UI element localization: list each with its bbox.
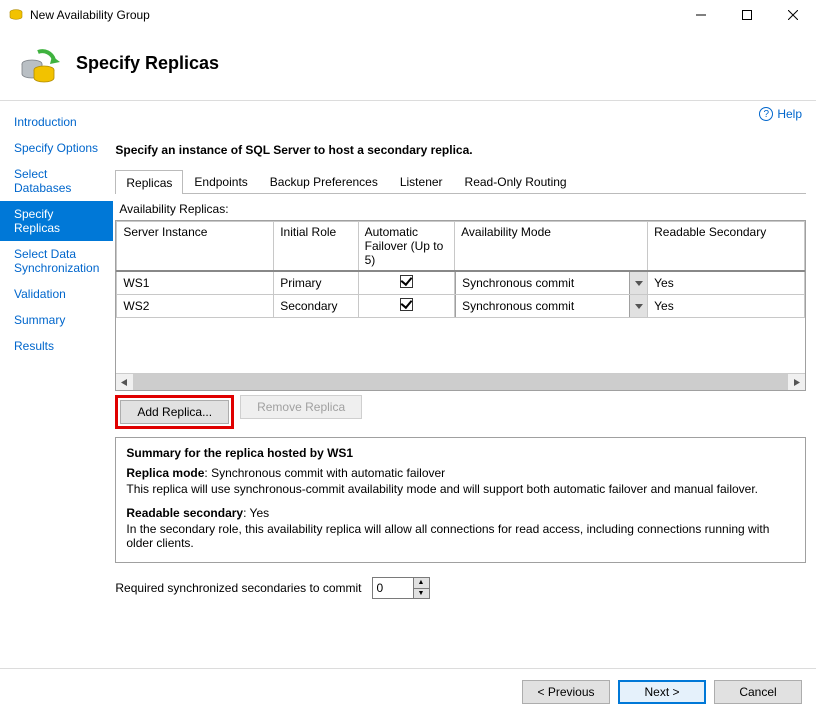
cell-readable[interactable]: Yes	[648, 295, 805, 318]
tab-endpoints[interactable]: Endpoints	[183, 169, 258, 193]
tab-read-only-routing[interactable]: Read-Only Routing	[454, 169, 578, 193]
minimize-button[interactable]	[678, 0, 724, 30]
summary-mode-label: Replica mode	[126, 466, 204, 480]
chevron-down-icon	[629, 272, 647, 294]
summary-mode-desc: This replica will use synchronous-commit…	[126, 482, 795, 496]
sidebar-item-select-databases[interactable]: Select Databases	[0, 161, 113, 201]
replicas-table: Server Instance Initial Role Automatic F…	[115, 220, 806, 391]
spin-down-icon[interactable]: ▼	[414, 589, 429, 599]
cell-server: WS1	[117, 271, 274, 295]
page-title: Specify Replicas	[76, 53, 219, 74]
sidebar-item-introduction[interactable]: Introduction	[0, 109, 113, 135]
sidebar-item-results[interactable]: Results	[0, 333, 113, 359]
sidebar-item-specify-replicas[interactable]: Specify Replicas	[0, 201, 113, 241]
sidebar-item-validation[interactable]: Validation	[0, 281, 113, 307]
replica-summary: Summary for the replica hosted by WS1 Re…	[115, 437, 806, 563]
maximize-button[interactable]	[724, 0, 770, 30]
wizard-footer: < Previous Next > Cancel	[0, 668, 816, 714]
app-icon	[8, 7, 24, 23]
col-availability-mode[interactable]: Availability Mode	[455, 222, 648, 272]
table-row[interactable]: WS1 Primary Synchronous commit Yes	[117, 271, 805, 295]
cancel-button[interactable]: Cancel	[714, 680, 802, 704]
sidebar-item-summary[interactable]: Summary	[0, 307, 113, 333]
table-row[interactable]: WS2 Secondary Synchronous commit Yes	[117, 295, 805, 318]
summary-readable-label: Readable secondary	[126, 506, 243, 520]
summary-title: Summary for the replica hosted by WS1	[126, 446, 795, 460]
cell-availability-mode[interactable]: Synchronous commit	[455, 295, 648, 318]
window-title: New Availability Group	[30, 8, 150, 22]
col-readable-secondary[interactable]: Readable Secondary	[648, 222, 805, 272]
tab-backup-preferences[interactable]: Backup Preferences	[259, 169, 389, 193]
help-link[interactable]: ? Help	[759, 107, 802, 121]
page-header: Specify Replicas	[0, 30, 816, 101]
col-initial-role[interactable]: Initial Role	[274, 222, 358, 272]
col-server-instance[interactable]: Server Instance	[117, 222, 274, 272]
col-auto-failover[interactable]: Automatic Failover (Up to 5)	[358, 222, 455, 272]
tab-listener[interactable]: Listener	[389, 169, 454, 193]
add-replica-button[interactable]: Add Replica...	[120, 400, 229, 424]
remove-replica-button: Remove Replica	[240, 395, 362, 419]
cell-role: Secondary	[274, 295, 358, 318]
summary-readable-value: Yes	[250, 506, 270, 520]
scroll-left-icon[interactable]	[116, 374, 133, 390]
summary-readable-desc: In the secondary role, this availability…	[126, 522, 795, 550]
cell-role: Primary	[274, 271, 358, 295]
titlebar: New Availability Group	[0, 0, 816, 30]
required-secondaries-input[interactable]	[373, 578, 413, 598]
cell-auto-failover[interactable]	[358, 295, 455, 318]
scroll-right-icon[interactable]	[788, 374, 805, 390]
required-secondaries-label: Required synchronized secondaries to com…	[115, 581, 361, 595]
help-icon: ?	[759, 107, 773, 121]
instruction-text: Specify an instance of SQL Server to hos…	[115, 143, 806, 157]
checkbox-icon	[400, 298, 413, 311]
summary-mode-value: Synchronous commit with automatic failov…	[211, 466, 445, 480]
checkbox-icon	[400, 275, 413, 288]
tab-strip: Replicas Endpoints Backup Preferences Li…	[115, 169, 806, 194]
spin-up-icon[interactable]: ▲	[414, 578, 429, 589]
close-button[interactable]	[770, 0, 816, 30]
cell-server: WS2	[117, 295, 274, 318]
chevron-down-icon	[629, 295, 647, 317]
sidebar-item-specify-options[interactable]: Specify Options	[0, 135, 113, 161]
add-replica-highlight: Add Replica...	[115, 395, 234, 429]
tab-replicas[interactable]: Replicas	[115, 170, 183, 194]
next-button[interactable]: Next >	[618, 680, 706, 704]
wizard-sidebar: Introduction Specify Options Select Data…	[0, 101, 113, 668]
sidebar-item-select-data-sync[interactable]: Select Data Synchronization	[0, 241, 113, 281]
cell-readable[interactable]: Yes	[648, 271, 805, 295]
cell-auto-failover[interactable]	[358, 271, 455, 295]
horizontal-scrollbar[interactable]	[116, 373, 805, 390]
required-secondaries-stepper[interactable]: ▲ ▼	[372, 577, 430, 599]
table-caption: Availability Replicas:	[119, 202, 806, 216]
header-icon	[16, 40, 62, 86]
previous-button[interactable]: < Previous	[522, 680, 610, 704]
cell-availability-mode[interactable]: Synchronous commit	[455, 271, 648, 295]
